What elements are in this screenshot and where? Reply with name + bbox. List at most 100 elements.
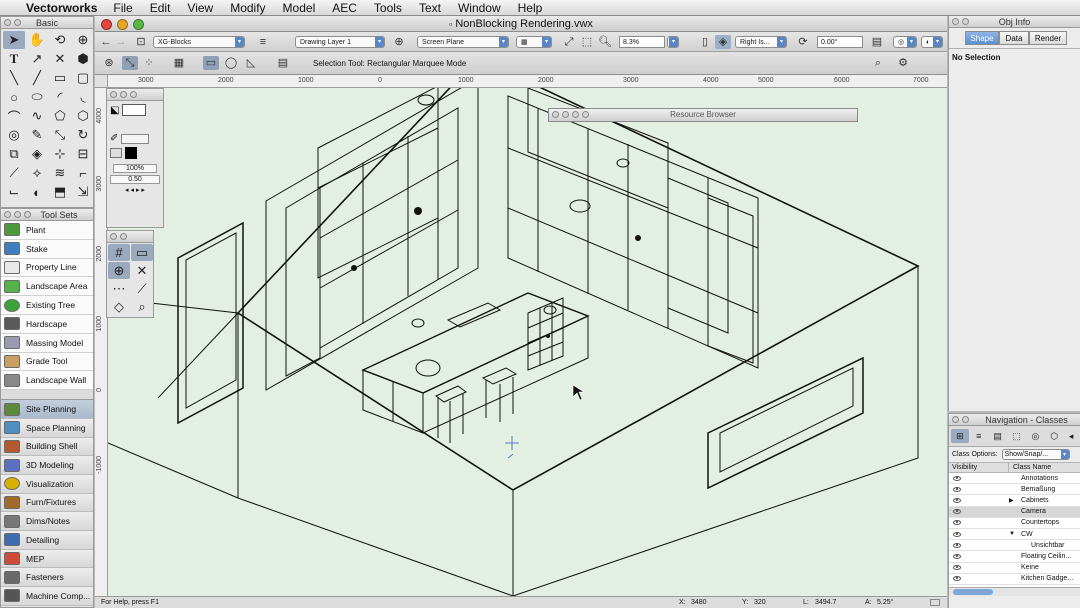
pan-tool-icon[interactable]: ✋ [26,31,48,49]
menu-tools[interactable]: Tools [374,1,402,15]
close-icon[interactable] [952,18,959,25]
quarter-arc-tool-icon[interactable]: ◟ [72,88,94,106]
class-row[interactable]: Kitchen Gadge... [949,574,1080,585]
snap-icon[interactable]: ⊛ [101,56,117,70]
class-row[interactable]: ▼ CW [949,529,1080,541]
toolset-mep[interactable]: MEP [1,549,93,569]
regular-polygon-tool-icon[interactable]: ⬡ [72,107,94,125]
horizontal-ruler[interactable]: 3000 2000 1000 0 1000 2000 3000 4000 500… [108,75,947,88]
mode-multi-icon[interactable]: ⁘ [141,56,157,70]
plane-popup[interactable]: Screen Plane ▾ [417,36,509,48]
saved-views-tab-icon[interactable]: ◎ [1026,429,1044,443]
marquee-rect-icon[interactable]: ▭ [203,56,219,70]
pencil-tool-icon[interactable]: ✎ [26,126,48,144]
menu-help[interactable]: Help [518,1,543,15]
rotation-field[interactable]: 0.00° [817,36,863,48]
clip-tool-icon[interactable]: ⟡ [26,164,48,182]
class-popup[interactable]: XG-Blocks ▾ [153,36,245,48]
menu-modify[interactable]: Modify [230,1,265,15]
zoom-icon[interactable] [14,19,21,26]
tool-landscape-wall[interactable]: Landscape Wall [1,371,93,391]
arc-tool-icon[interactable]: ◜ [49,88,71,106]
class-row[interactable]: Countertops [949,518,1080,529]
trim-tool-icon[interactable]: ⊟ [72,145,94,163]
pen-color-swatch[interactable] [125,147,137,159]
toolset-space-planning[interactable]: Space Planning [1,418,93,438]
visibility-column-header[interactable]: Visibility [949,463,1009,472]
scrollbar-thumb[interactable] [953,589,993,595]
toolset-site-planning[interactable]: Site Planning [1,400,93,419]
zoom-icon[interactable] [562,111,569,118]
toolsets-divider[interactable] [1,390,93,401]
options-icon[interactable]: ▤ [275,56,291,70]
zoom-icon[interactable] [14,211,21,218]
attribute-mapping-icon[interactable]: ◈ [26,145,48,163]
close-icon[interactable] [110,233,117,240]
page-icon[interactable]: ▯ [697,35,713,49]
scale-tool-icon[interactable]: ⇲ [72,183,94,201]
snap-angle-icon[interactable]: ⊕ [108,262,130,279]
fit-to-objects-icon[interactable]: ⤢ [561,35,577,49]
tool-massing-model[interactable]: Massing Model [1,334,93,353]
class-row[interactable]: Floating Ceilin... [949,551,1080,563]
toolset-furn-fixtures[interactable]: Furn/Fixtures [1,493,93,513]
zoom-icon[interactable]: 🔍︎ [597,35,613,49]
visible-eye-icon[interactable] [953,475,961,481]
tool-landscape-area[interactable]: Landscape Area [1,277,93,297]
render-mode-popup[interactable]: ▦ ▾ [516,36,552,48]
visible-eye-icon[interactable] [953,531,961,537]
snap-grid-icon[interactable]: # [108,244,130,261]
references-tab-icon[interactable]: ⬡ [1045,429,1063,443]
mode-rectangular-icon[interactable]: ⤡ [122,56,138,70]
visible-eye-icon[interactable] [953,486,961,492]
rectangle-tool-icon[interactable]: ▭ [49,69,71,87]
flyover-tool-icon[interactable]: ⟲ [49,31,71,49]
tab-shape[interactable]: Shape [965,31,999,45]
tool-hardscape[interactable]: Hardscape [1,315,93,334]
zoom-window-icon[interactable] [133,19,144,30]
gear-icon[interactable]: ⚙ [895,56,911,70]
text-tool-icon[interactable]: T [3,50,25,68]
forward-icon[interactable]: → [113,35,129,49]
expand-arrow-icon[interactable]: ▶ [1009,497,1021,504]
layer-options-icon[interactable]: ⊕ [391,35,407,49]
rotate-plan-icon[interactable]: ⟳ [795,35,811,49]
zoom-field[interactable]: 8.3% [619,36,665,48]
menu-text[interactable]: Text [419,1,441,15]
ruler-corner[interactable] [95,75,108,88]
toolset-visualization[interactable]: Visualization [1,474,93,494]
close-icon[interactable] [4,19,11,26]
resize-grip-icon[interactable] [930,599,940,606]
close-icon[interactable] [110,91,117,98]
zoom-popup[interactable]: ▾ [667,36,679,48]
collapse-icon[interactable] [24,211,31,218]
eyedropper-tool-icon[interactable]: ⬢ [72,50,94,68]
snap-tangent-icon[interactable]: ⟋ [131,280,153,297]
zoom-icon[interactable] [962,18,969,25]
snap-intersection-icon[interactable]: ✕ [131,262,153,279]
classes-tab-icon[interactable]: ⊞ [951,429,969,443]
rounded-rect-tool-icon[interactable]: ▢ [72,69,94,87]
class-row[interactable]: Bemaßung [949,484,1080,496]
line-weight-popup[interactable]: 0.50 [110,175,160,184]
snap-object-icon[interactable]: ▭ [131,244,153,261]
zoom-icon[interactable] [962,416,969,423]
visibility-tool-icon[interactable]: ◐ [26,183,48,201]
x-tool-icon[interactable]: ✕ [49,50,71,68]
minimize-window-icon[interactable] [117,19,128,30]
connect-tool-icon[interactable]: ⊹ [49,145,71,163]
callout-tool-icon[interactable]: ↗ [26,50,48,68]
tool-property-line[interactable]: Property Line [1,259,93,278]
close-window-icon[interactable] [101,19,112,30]
mode-help-icon[interactable]: ⌕ [870,56,886,70]
class-list-icon[interactable]: ⊡ [133,35,149,49]
visible-eye-icon[interactable] [953,553,961,559]
app-menu[interactable]: Vectorworks [26,1,97,15]
tool-plant[interactable]: Plant [1,221,93,240]
class-row[interactable]: Keine [949,563,1080,574]
resource-browser[interactable]: Resource Browser [548,108,858,122]
layer-popup[interactable]: Drawing Layer 1 ▾ [295,36,385,48]
zoom-icon[interactable] [120,91,127,98]
freehand-tool-icon[interactable]: ∿ [26,107,48,125]
visible-eye-icon[interactable] [953,576,961,582]
